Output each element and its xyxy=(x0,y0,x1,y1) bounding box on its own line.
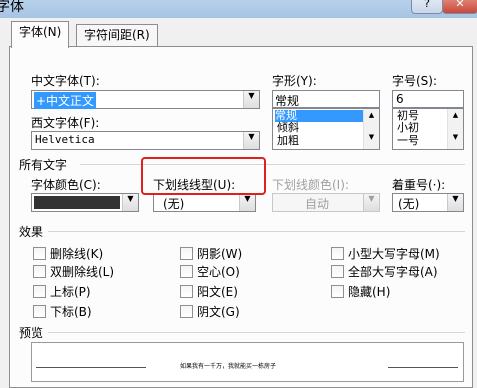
emphasis-mark-combo[interactable]: (无) ▼ xyxy=(392,193,464,212)
outline-label: 空心(O) xyxy=(197,265,240,279)
strikethrough-checkbox[interactable] xyxy=(33,247,46,260)
underline-color-value: 自动 xyxy=(305,197,330,211)
scroll-up-icon[interactable]: ▲ xyxy=(448,111,463,119)
underline-color-combo[interactable]: 自动 ▼ xyxy=(272,193,380,212)
font-color-swatch xyxy=(34,196,120,209)
title-bar: 字体 ? ✕ xyxy=(0,0,477,18)
close-button[interactable]: ✕ xyxy=(442,0,477,14)
section-divider xyxy=(80,164,465,165)
emphasis-mark-label: 着重号(·): xyxy=(392,178,446,192)
font-style-input[interactable]: 常规 xyxy=(272,90,380,108)
superscript-label: 上标(P) xyxy=(50,285,91,299)
hidden-checkbox[interactable] xyxy=(331,285,344,298)
preview-baseline-left xyxy=(36,367,146,368)
scroll-down-icon[interactable]: ▼ xyxy=(364,133,379,141)
tab-font[interactable]: 字体(N) xyxy=(11,21,70,48)
help-button[interactable]: ? xyxy=(411,0,443,14)
double-strikethrough-checkbox[interactable] xyxy=(33,265,46,278)
chevron-down-icon[interactable]: ▼ xyxy=(239,194,255,211)
emboss-label: 阳文(E) xyxy=(197,285,238,299)
preview-box: 如果我有一千万，我就能买一栋房子 xyxy=(31,342,464,382)
chinese-font-label: 中文字体(T): xyxy=(31,74,100,88)
preview-sample-text: 如果我有一千万，我就能买一栋房子 xyxy=(180,363,277,370)
chevron-down-icon[interactable]: ▼ xyxy=(243,132,259,149)
scroll-down-icon[interactable]: ▼ xyxy=(448,133,463,141)
scroll-up-icon[interactable]: ▲ xyxy=(364,111,379,119)
outline-checkbox[interactable] xyxy=(180,265,193,278)
font-color-combo[interactable]: ▼ xyxy=(31,193,139,212)
emboss-checkbox[interactable] xyxy=(180,285,193,298)
font-style-value: 常规 xyxy=(275,94,300,108)
western-font-value: Helvetica xyxy=(35,133,95,146)
engrave-label: 阴文(G) xyxy=(197,305,240,319)
strikethrough-label: 删除线(K) xyxy=(50,247,104,261)
chinese-font-combo[interactable]: +中文正文 ▼ xyxy=(31,90,260,109)
shadow-label: 阴影(W) xyxy=(197,247,243,261)
list-item[interactable]: 一号 xyxy=(397,135,419,147)
chevron-down-icon[interactable]: ▼ xyxy=(447,194,463,211)
subscript-checkbox[interactable] xyxy=(33,305,46,318)
effects-section-label: 效果 xyxy=(19,225,44,239)
font-size-input[interactable]: 6 xyxy=(392,90,464,108)
font-color-label: 字体颜色(C): xyxy=(31,178,101,192)
all-text-section-label: 所有文字 xyxy=(19,158,68,172)
chevron-down-icon[interactable]: ▼ xyxy=(243,91,259,108)
size-list-scrollbar[interactable]: ▲ ▼ xyxy=(447,109,463,149)
western-font-combo[interactable]: Helvetica ▼ xyxy=(31,131,260,150)
list-item[interactable]: 倾斜 xyxy=(277,122,299,134)
font-style-label: 字形(Y): xyxy=(272,74,317,88)
shadow-checkbox[interactable] xyxy=(180,247,193,260)
tab-character-spacing[interactable]: 字符间距(R) xyxy=(76,24,158,47)
emphasis-mark-value: (无) xyxy=(398,197,420,211)
underline-type-value: (无) xyxy=(163,197,185,211)
all-caps-checkbox[interactable] xyxy=(331,265,344,278)
underline-color-label: 下划线颜色(I): xyxy=(272,178,349,192)
superscript-checkbox[interactable] xyxy=(33,285,46,298)
font-size-label: 字号(S): xyxy=(392,74,438,88)
preview-section-label: 预览 xyxy=(19,326,44,340)
chevron-down-icon[interactable]: ▼ xyxy=(363,194,379,211)
underline-type-combo[interactable]: (无) ▼ xyxy=(153,193,256,212)
engrave-checkbox[interactable] xyxy=(180,305,193,318)
small-caps-label: 小型大写字母(M) xyxy=(348,247,440,261)
font-style-list[interactable]: 常规 倾斜 加粗 ▲ ▼ xyxy=(272,108,380,150)
list-item[interactable]: 加粗 xyxy=(277,135,299,147)
highlight-box xyxy=(141,157,266,195)
small-caps-checkbox[interactable] xyxy=(331,247,344,260)
chinese-font-value: +中文正文 xyxy=(34,92,97,109)
window-title: 字体 xyxy=(0,0,24,15)
style-list-scrollbar[interactable]: ▲ ▼ xyxy=(363,109,379,149)
subscript-label: 下标(B) xyxy=(50,305,92,319)
font-size-value: 6 xyxy=(396,92,404,106)
hidden-label: 隐藏(H) xyxy=(348,285,391,299)
chevron-down-icon[interactable]: ▼ xyxy=(122,194,138,211)
section-divider xyxy=(48,231,465,232)
section-divider xyxy=(48,332,465,333)
western-font-label: 西文字体(F): xyxy=(31,116,100,130)
preview-baseline-right xyxy=(388,367,458,368)
font-size-list[interactable]: 初号 小初 一号 ▲ ▼ xyxy=(392,108,464,150)
double-strikethrough-label: 双删除线(L) xyxy=(50,265,115,279)
list-item[interactable]: 小初 xyxy=(397,122,419,134)
all-caps-label: 全部大写字母(A) xyxy=(348,265,438,279)
